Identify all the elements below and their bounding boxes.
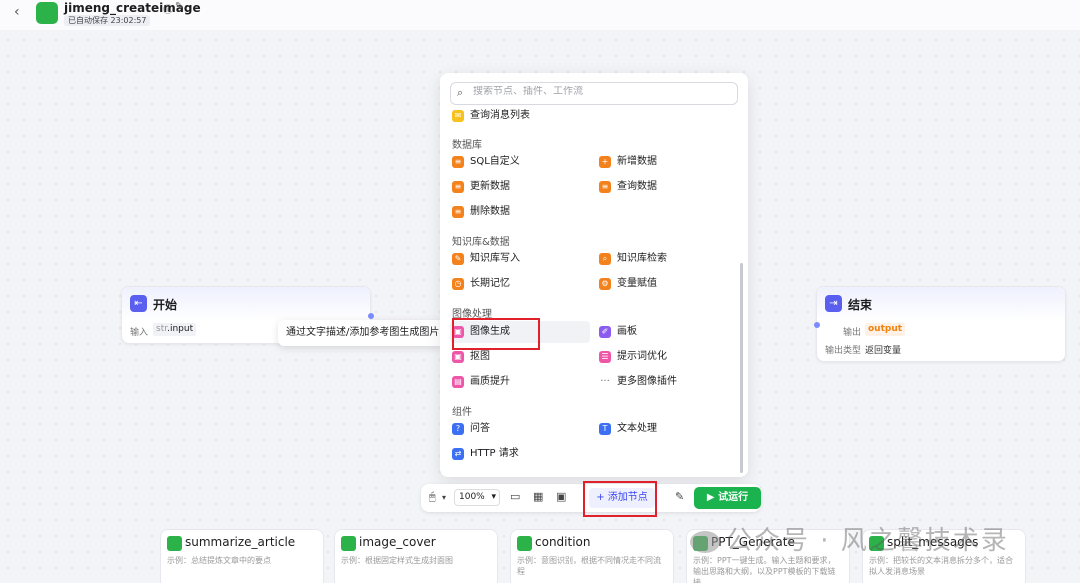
highlight-box-image-gen (452, 318, 540, 350)
workflow-icon (517, 536, 532, 551)
search-input[interactable] (473, 86, 723, 97)
search-icon: ⌕ (457, 86, 464, 99)
zoom-select[interactable]: 100% ▾ (454, 489, 500, 506)
template-node[interactable]: summarize_article 示例：总结提炼文章中的要点 (160, 529, 324, 583)
edit-icon[interactable]: ✎ (175, 1, 183, 12)
template-node[interactable]: condition 示例：意图识别，根据不同情况走不同流程 (510, 529, 674, 583)
panel-item-prompt-opt[interactable]: ☰ 提示词优化 (597, 346, 733, 368)
database-search-icon: ≡ (599, 181, 611, 193)
database-add-icon: + (599, 156, 611, 168)
start-input-tag: str.input (153, 323, 197, 336)
canvas-icon: ✐ (599, 326, 611, 338)
cutout-icon: ▣ (452, 351, 464, 363)
template-node[interactable]: image_cover 示例：根据固定样式生成封面图 (334, 529, 498, 583)
database-icon: ≡ (452, 156, 464, 168)
mouse-icon[interactable]: 🖱 (429, 490, 436, 504)
section-database: 数据库 (452, 140, 482, 151)
start-title: 开始 (153, 298, 178, 312)
panel-item-query-messages[interactable]: ✉ 查询消息列表 (450, 105, 586, 127)
panel-item-var-assign[interactable]: ⚙ 变量赋值 (597, 273, 733, 295)
layout-icon[interactable]: ▦ (533, 490, 543, 503)
hd-icon: ▤ (452, 376, 464, 388)
app-logo-icon (36, 2, 58, 24)
wechat-icon (690, 530, 720, 553)
start-output-port[interactable] (368, 313, 374, 319)
panel-scrollbar[interactable] (740, 263, 743, 473)
minimap-icon[interactable]: ▣ (556, 490, 566, 503)
start-input-label: 输入 (130, 328, 149, 338)
workflow-icon (341, 536, 356, 551)
database-delete-icon: ≡ (452, 206, 464, 218)
comment-icon[interactable]: ▭ (510, 490, 520, 503)
panel-item-long-memory[interactable]: ◷ 长期记忆 (450, 273, 586, 295)
prompt-icon: ☰ (599, 351, 611, 363)
panel-item-http[interactable]: ⇄ HTTP 请求 (450, 443, 586, 465)
end-output-type-label: 输出类型 (825, 346, 862, 356)
http-icon: ⇄ (452, 448, 464, 460)
end-icon: ⇥ (825, 295, 842, 312)
chevron-down-icon: ▾ (491, 492, 496, 502)
node-search[interactable]: ⌕ (450, 82, 738, 105)
panel-item-kb-write[interactable]: ✎ 知识库写入 (450, 248, 586, 270)
input-name: input (169, 324, 194, 334)
input-type: str (156, 324, 168, 334)
more-icon: ··· (600, 376, 610, 387)
section-knowledge: 知识库&数据 (452, 237, 510, 248)
database-edit-icon: ≡ (452, 181, 464, 193)
panel-item-qa[interactable]: ? 问答 (450, 418, 586, 440)
end-output-label: 输出 (843, 328, 862, 338)
end-input-port[interactable] (814, 322, 820, 328)
message-icon: ✉ (452, 110, 464, 122)
kb-search-icon: ⌕ (599, 253, 611, 265)
debug-icon[interactable]: ✎ (675, 490, 684, 503)
panel-item-query-data[interactable]: ≡ 查询数据 (597, 176, 733, 198)
end-output-tag: output (865, 323, 906, 336)
run-button[interactable]: ▶ 试运行 (694, 487, 761, 509)
panel-item-kb-search[interactable]: ⌕ 知识库检索 (597, 248, 733, 270)
add-node-panel: ⌕ ✉查询消息列表 数据库 ≡SQL自定义 +新增数据 ≡更新数据 ≡查询数据 … (440, 73, 748, 477)
back-icon[interactable]: ‹ (14, 4, 20, 20)
panel-item-update-data[interactable]: ≡ 更新数据 (450, 176, 586, 198)
section-component: 组件 (452, 407, 472, 418)
panel-item-quality-up[interactable]: ▤ 画质提升 (450, 371, 586, 393)
panel-item-more-plugins[interactable]: ··· 更多图像插件 (597, 371, 733, 393)
memory-icon: ◷ (452, 278, 464, 290)
end-node[interactable]: ⇥ 结束 输出 output 输出类型 返回变量 (814, 286, 1066, 362)
kb-write-icon: ✎ (452, 253, 464, 265)
play-icon: ▶ (706, 492, 719, 503)
chevron-down-icon[interactable]: ▾ (442, 493, 446, 502)
panel-item-sql[interactable]: ≡ SQL自定义 (450, 151, 586, 173)
end-output-type-value: 返回变量 (865, 346, 902, 356)
question-icon: ? (452, 423, 464, 435)
variable-icon: ⚙ (599, 278, 611, 290)
start-icon: ⇤ (130, 295, 147, 312)
highlight-box-add-node (583, 481, 657, 517)
tooltip: 通过文字描述/添加参考图生成图片 (278, 320, 445, 346)
panel-item-delete-data[interactable]: ≡ 删除数据 (450, 201, 586, 223)
info-icon[interactable]: ⓘ (163, 1, 173, 16)
workflow-icon (167, 536, 182, 551)
end-title: 结束 (848, 298, 873, 312)
panel-item-add-data[interactable]: + 新增数据 (597, 151, 733, 173)
save-status: 已自动保存 23:02:57 (64, 15, 151, 26)
text-icon: T (599, 423, 611, 435)
panel-item-canvas[interactable]: ✐ 画板 (597, 321, 733, 343)
watermark: 公众号 · 风之馨技术录 (690, 520, 1009, 557)
panel-item-text-proc[interactable]: T 文本处理 (597, 418, 733, 440)
